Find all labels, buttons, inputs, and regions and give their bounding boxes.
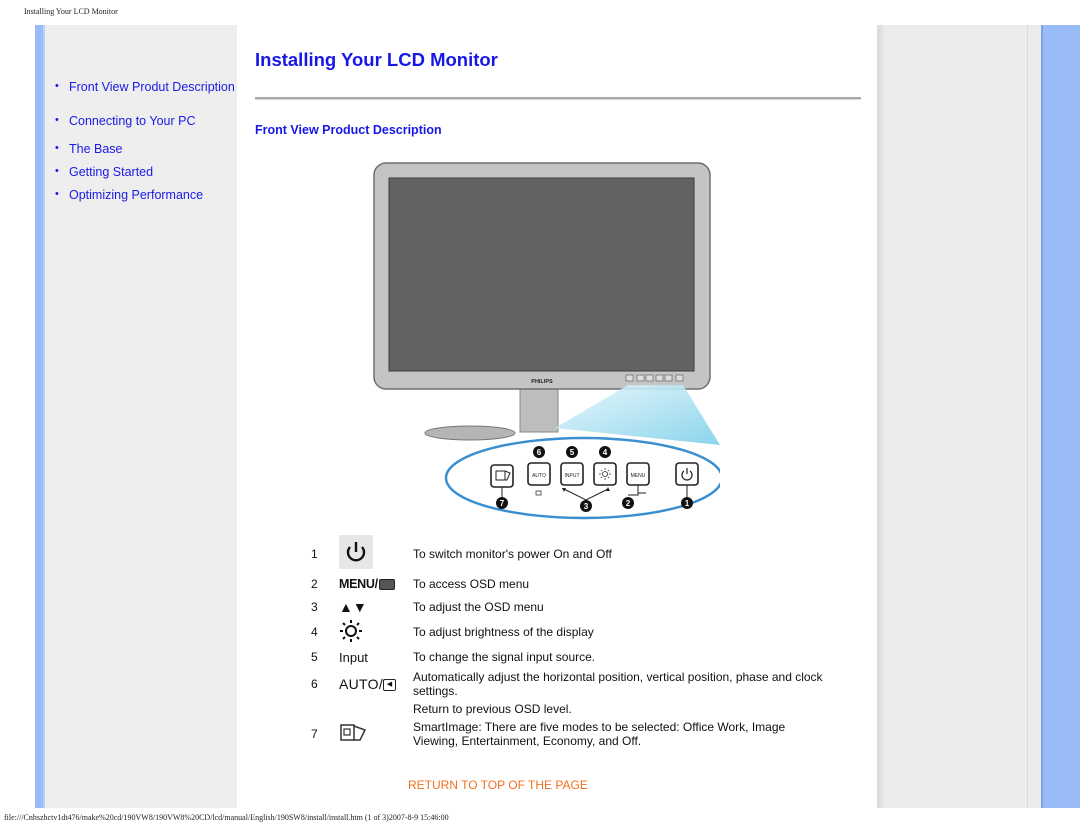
sidebar-link-front-view[interactable]: Front View Produt Description xyxy=(69,80,235,94)
horizontal-divider xyxy=(255,97,861,100)
sidebar-link-connecting[interactable]: Connecting to Your PC xyxy=(69,114,195,128)
input-label: Input xyxy=(339,649,368,665)
svg-text:5: 5 xyxy=(570,448,575,457)
sidebar-item-front-view[interactable]: Front View Produt Description xyxy=(55,80,235,94)
svg-text:4: 4 xyxy=(603,448,608,457)
table-row: 3 ▲▼ To adjust the OSD menu xyxy=(307,595,823,618)
callout-button-menu: MENU xyxy=(626,462,650,486)
monitor-screen xyxy=(388,177,695,372)
menu-ok-icon: MENU/ xyxy=(339,577,395,591)
control-number: 3 xyxy=(311,599,318,614)
sidebar-link-the-base[interactable]: The Base xyxy=(69,142,123,156)
control-description: To switch monitor's power On and Off xyxy=(413,546,612,561)
control-description: To change the signal input source. xyxy=(413,650,596,664)
callout-number-3: 3 xyxy=(580,500,592,512)
controls-description-table: 1 To switch monitor's power On and Off 2… xyxy=(307,535,823,750)
brightness-icon xyxy=(339,619,363,646)
svg-text:3: 3 xyxy=(584,502,589,511)
control-description: SmartImage: There are five modes to be s… xyxy=(413,720,786,748)
sidebar-item-the-base[interactable]: The Base xyxy=(55,142,235,156)
right-decorative-stripe xyxy=(1041,25,1080,808)
left-decorative-stripe xyxy=(35,25,45,808)
sidebar-link-getting-started[interactable]: Getting Started xyxy=(69,165,153,179)
monitor-front-view-illustration: PHILIPS AUTO INPUT MENU 6 5 4 7 3 2 1 xyxy=(373,162,720,520)
callout-beam xyxy=(555,385,720,445)
table-row: 7 SmartImage: There are five modes to be… xyxy=(307,718,823,750)
control-number: 4 xyxy=(311,625,318,639)
sidebar-item-optimizing[interactable]: Optimizing Performance xyxy=(55,188,235,202)
svg-text:2: 2 xyxy=(626,499,631,508)
return-to-top-link[interactable]: RETURN TO TOP OF THE PAGE xyxy=(408,778,588,792)
control-description: To adjust the OSD menu xyxy=(413,599,544,614)
sidebar-link-optimizing[interactable]: Optimizing Performance xyxy=(69,188,203,202)
control-number: 1 xyxy=(311,546,318,561)
table-row: 5 Input To change the signal input sourc… xyxy=(307,646,823,668)
monitor-stand-base xyxy=(424,425,516,441)
control-number: 7 xyxy=(311,727,318,741)
section-title: Front View Product Description xyxy=(255,123,442,137)
svg-text:6: 6 xyxy=(537,448,542,457)
control-description: To access OSD menu xyxy=(413,576,530,591)
main-content: Installing Your LCD Monitor Front View P… xyxy=(237,25,877,808)
table-row: 2 MENU/ To access OSD menu xyxy=(307,572,823,595)
svg-text:AUTO: AUTO xyxy=(532,473,546,479)
control-description: Return to previous OSD level. xyxy=(413,702,572,716)
monitor-stand-neck xyxy=(519,387,559,433)
power-icon xyxy=(339,535,373,569)
sidebar-nav-list: Front View Produt Description Connecting… xyxy=(55,80,235,202)
callout-button-brightness xyxy=(593,462,617,486)
table-row: 6 AUTO/◀ Automatically adjust the horizo… xyxy=(307,668,823,700)
auto-back-icon: AUTO/◀ xyxy=(339,676,397,692)
control-description: To adjust brightness of the display xyxy=(413,625,594,639)
smartimage-icon xyxy=(339,723,369,746)
control-number: 6 xyxy=(311,677,318,691)
svg-text:MENU: MENU xyxy=(631,473,646,479)
up-down-arrows-icon: ▲▼ xyxy=(339,598,367,615)
right-side-panel xyxy=(877,25,1041,808)
control-description: Automatically adjust the horizontal posi… xyxy=(413,670,823,698)
page-title: Installing Your LCD Monitor xyxy=(255,49,498,70)
control-number: 5 xyxy=(311,650,318,664)
control-number: 2 xyxy=(311,576,318,591)
table-row: Return to previous OSD level. xyxy=(307,700,823,718)
callout-number-1: 1 xyxy=(681,497,693,509)
browser-page-title: Installing Your LCD Monitor xyxy=(24,7,118,16)
svg-text:INPUT: INPUT xyxy=(565,473,580,479)
table-row: 1 To switch monitor's power On and Off xyxy=(307,535,823,572)
callout-number-6: 6 xyxy=(533,446,545,458)
monitor-brand-logo: PHILIPS xyxy=(531,379,553,385)
svg-text:1: 1 xyxy=(685,499,690,508)
sidebar: Front View Produt Description Connecting… xyxy=(45,25,237,808)
callout-button-smartimage xyxy=(490,464,514,488)
callout-number-2: 2 xyxy=(622,497,634,509)
callout-number-7: 7 xyxy=(496,497,508,509)
footer-file-path: file:///Cnhszhctv1dt476/make%20cd/190VW8… xyxy=(4,813,449,822)
callout-number-5: 5 xyxy=(566,446,578,458)
callout-button-power xyxy=(675,462,699,486)
svg-text:7: 7 xyxy=(500,499,505,508)
sidebar-item-getting-started[interactable]: Getting Started xyxy=(55,165,235,179)
callout-button-input: INPUT xyxy=(560,462,584,486)
callout-number-4: 4 xyxy=(599,446,611,458)
sidebar-item-connecting[interactable]: Connecting to Your PC xyxy=(55,114,235,128)
table-row: 4 To adjust brightness of the display xyxy=(307,618,823,646)
